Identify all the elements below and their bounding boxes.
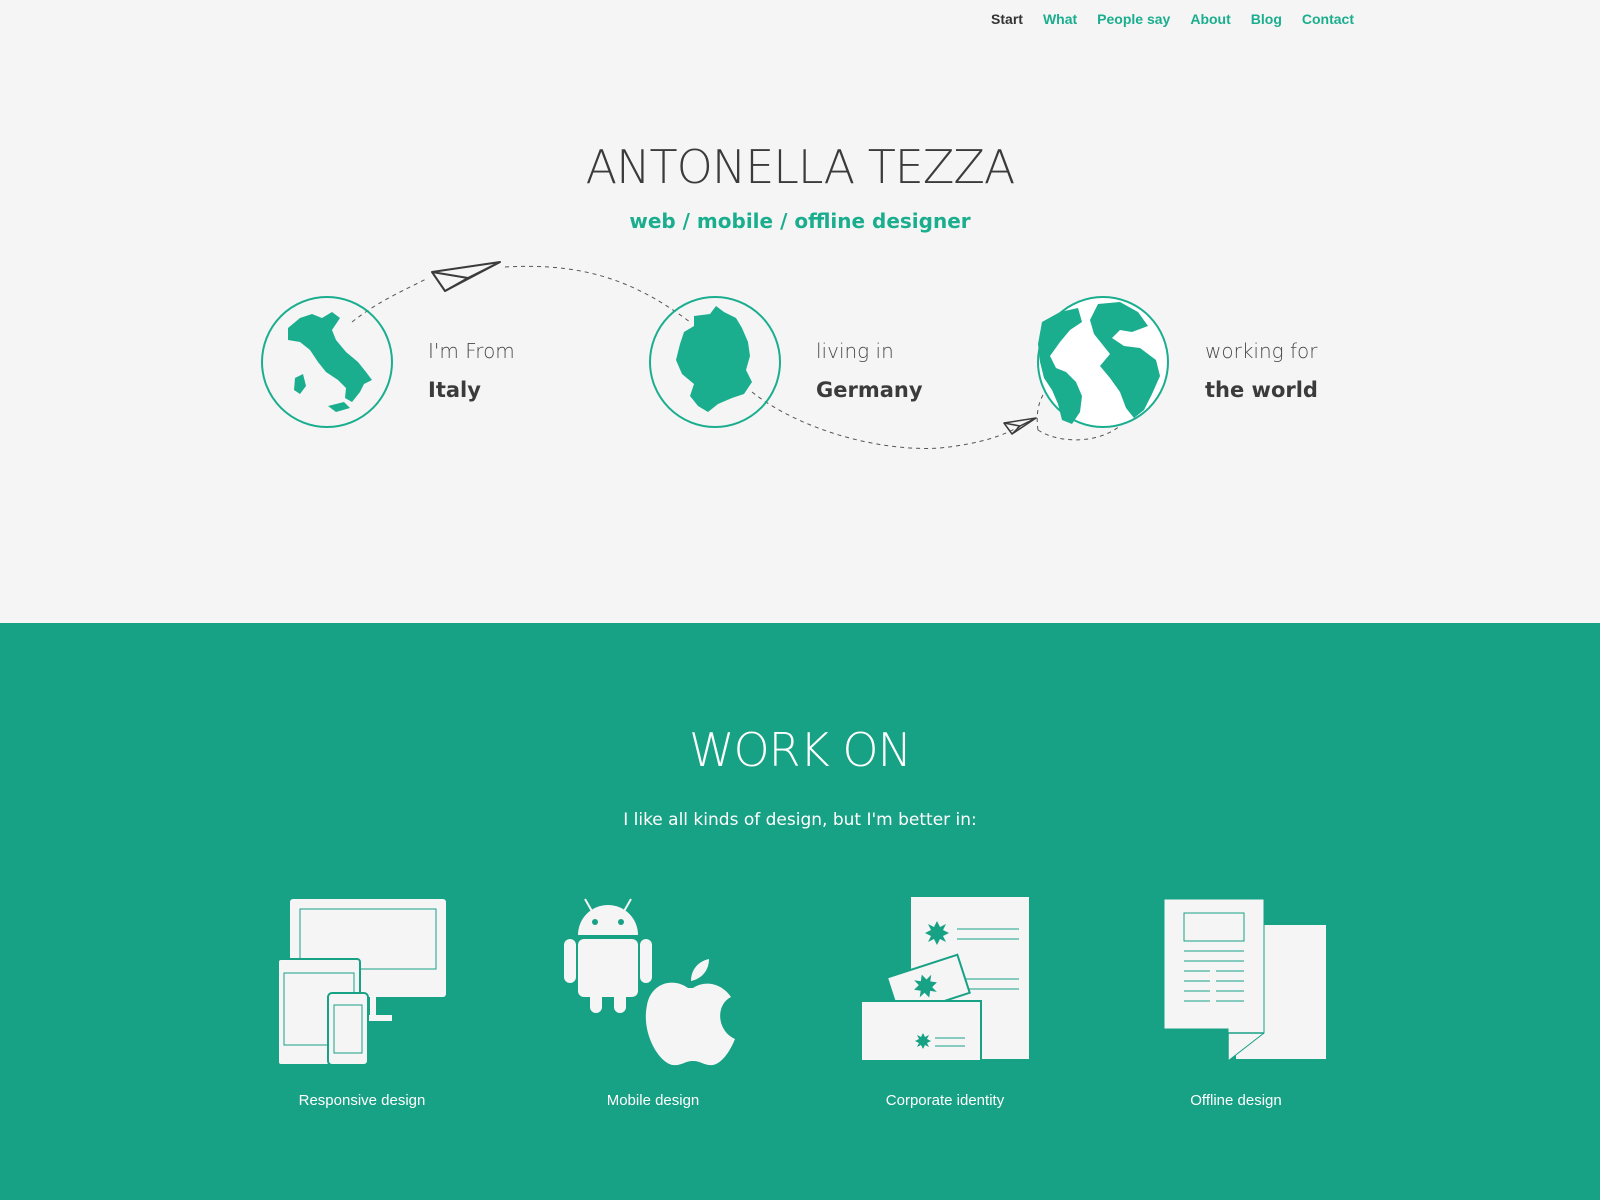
skill-mobile-design: Mobile design bbox=[533, 893, 773, 1109]
skill-corporate-identity: Corporate identity bbox=[825, 893, 1065, 1109]
skill-offline-design: Offline design bbox=[1116, 893, 1356, 1109]
work-title: WORK ON bbox=[688, 723, 912, 777]
place-italy: I'm From Italy bbox=[428, 338, 515, 403]
place-germany: living in Germany bbox=[816, 338, 923, 403]
flight-path-2 bbox=[504, 265, 691, 323]
place-germany-name: Germany bbox=[816, 378, 923, 402]
skill-label: Responsive design bbox=[298, 1092, 426, 1109]
work-section: WORK ON I like all kinds of design, but … bbox=[0, 623, 1600, 1200]
place-germany-caption: living in bbox=[816, 339, 894, 363]
android-apple-icon bbox=[564, 898, 735, 1066]
page: Start What People say About Blog Contact… bbox=[0, 0, 1600, 1200]
skill-label: Mobile design bbox=[606, 1092, 700, 1109]
place-world-caption: working for bbox=[1205, 339, 1318, 363]
work-subtitle: I like all kinds of design, but I'm bett… bbox=[623, 810, 977, 830]
place-italy-caption: I'm From bbox=[428, 339, 515, 363]
skill-responsive-design: Responsive design bbox=[242, 893, 482, 1109]
hero-section: Start What People say About Blog Contact… bbox=[0, 0, 1600, 623]
place-italy-name: Italy bbox=[428, 378, 481, 402]
skill-label: Offline design bbox=[1190, 1092, 1282, 1109]
journey-illustration bbox=[261, 261, 1169, 449]
italy-map-icon bbox=[261, 296, 393, 428]
small-paper-plane-icon bbox=[1003, 417, 1037, 435]
flight-path-1 bbox=[351, 277, 429, 323]
corporate-stationery-icon bbox=[860, 897, 1029, 1062]
responsive-devices-icon bbox=[277, 899, 446, 1066]
paper-plane-icon bbox=[431, 261, 501, 292]
globe-icon bbox=[1037, 296, 1169, 428]
place-world-name: the world bbox=[1205, 378, 1318, 402]
germany-map-icon bbox=[649, 296, 781, 428]
printed-documents-icon bbox=[1163, 898, 1326, 1063]
place-world: working for the world bbox=[1205, 338, 1318, 403]
skill-label: Corporate identity bbox=[885, 1092, 1005, 1109]
